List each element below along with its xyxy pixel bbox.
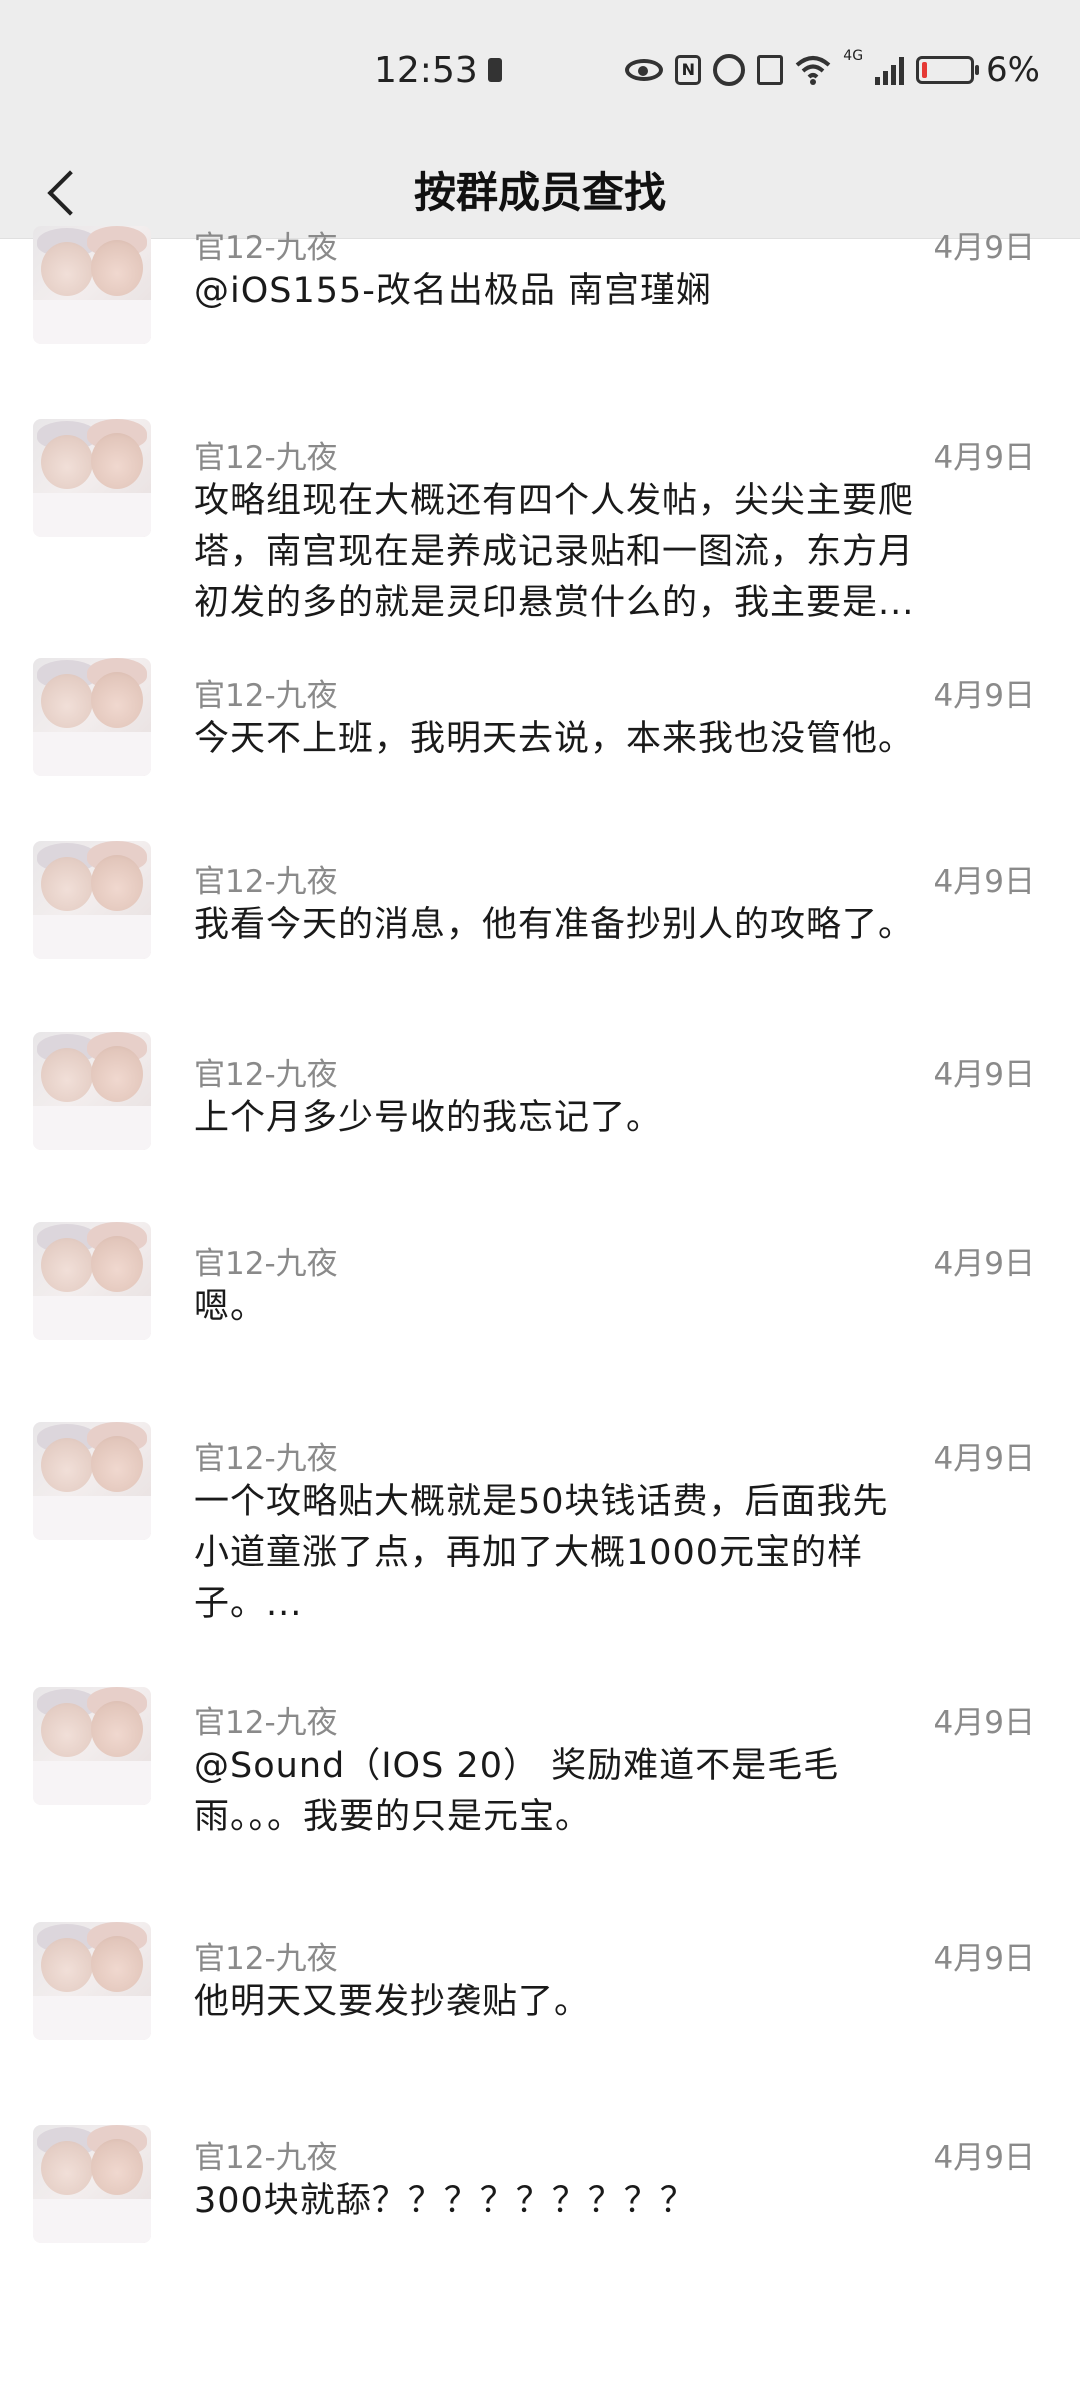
message-line: 攻略组现在大概还有四个人发帖，尖尖主要爬 xyxy=(194,481,915,521)
back-button[interactable] xyxy=(34,148,94,238)
avatar[interactable] xyxy=(33,2125,151,2243)
message-line: 初发的多的就是灵印悬赏什么的，我主要是... xyxy=(194,583,915,623)
message-line: 子。... xyxy=(194,1584,303,1624)
status-bar: 12:53 N 4G 6% xyxy=(0,0,1080,148)
message-line: 塔，南宫现在是养成记录贴和一图流，东方月 xyxy=(194,532,915,572)
message-line: 嗯。 xyxy=(194,1287,267,1327)
avatar[interactable] xyxy=(33,1922,151,2040)
message-date: 4月9日 xyxy=(933,1441,1035,1477)
message-content: 嗯。 xyxy=(194,1282,1040,1333)
message-date: 4月9日 xyxy=(933,440,1035,476)
eye-icon xyxy=(625,59,664,81)
avatar[interactable] xyxy=(33,1222,151,1340)
message-date: 4月9日 xyxy=(933,678,1035,714)
message-line: 300块就舔？？？？？？？？？ xyxy=(194,2181,696,2221)
header: 按群成员查找 xyxy=(0,148,1080,239)
sender-name: 官12-九夜 xyxy=(194,864,338,900)
message-content: 我看今天的消息，他有准备抄别人的攻略了。 xyxy=(194,900,1040,951)
avatar[interactable] xyxy=(33,226,151,344)
battery-percent: 6% xyxy=(986,50,1040,90)
message-line: 我看今天的消息，他有准备抄别人的攻略了。 xyxy=(194,905,915,945)
wifi-icon xyxy=(795,55,831,85)
message-content: 上个月多少号收的我忘记了。 xyxy=(194,1093,1040,1144)
message-line: 今天不上班，我明天去说，本来我也没管他。 xyxy=(194,719,915,759)
sender-name: 官12-九夜 xyxy=(194,2140,338,2176)
avatar[interactable] xyxy=(33,658,151,776)
battery-saver-icon xyxy=(488,58,502,82)
message-line: 他明天又要发抄袭贴了。 xyxy=(194,1982,591,2022)
message-date: 4月9日 xyxy=(933,2140,1035,2176)
sender-name: 官12-九夜 xyxy=(194,1057,338,1093)
avatar[interactable] xyxy=(33,1422,151,1540)
avatar[interactable] xyxy=(33,419,151,537)
message-date: 4月9日 xyxy=(933,1705,1035,1741)
alarm-icon xyxy=(713,54,746,86)
message-content: 他明天又要发抄袭贴了。 xyxy=(194,1977,1040,2028)
sender-name: 官12-九夜 xyxy=(194,1705,338,1741)
message-content: @iOS155-改名出极品 南宫瑾娴 xyxy=(194,266,1040,317)
vibrate-icon xyxy=(757,55,784,85)
sender-name: 官12-九夜 xyxy=(194,678,338,714)
message-line: @Sound（IOS 20） 奖励难道不是毛毛 xyxy=(194,1746,840,1786)
nfc-icon: N xyxy=(675,55,702,85)
avatar[interactable] xyxy=(33,1687,151,1805)
message-date: 4月9日 xyxy=(933,1941,1035,1977)
network-type-label: 4G xyxy=(843,48,864,64)
message-line: 一个攻略贴大概就是50块钱话费，后面我先 xyxy=(194,1482,889,1522)
message-date: 4月9日 xyxy=(933,230,1035,266)
message-line: 小道童涨了点，再加了大概1000元宝的样 xyxy=(194,1533,864,1573)
message-date: 4月9日 xyxy=(933,1057,1035,1093)
message-date: 4月9日 xyxy=(933,1246,1035,1282)
message-date: 4月9日 xyxy=(933,864,1035,900)
avatar[interactable] xyxy=(33,841,151,959)
message-line: 雨。。。我要的只是元宝。 xyxy=(194,1797,592,1837)
page-title: 按群成员查找 xyxy=(413,168,666,217)
message-line: 上个月多少号收的我忘记了。 xyxy=(194,1098,663,1138)
sender-name: 官12-九夜 xyxy=(194,1941,338,1977)
avatar[interactable] xyxy=(33,1032,151,1150)
message-content: @Sound（IOS 20） 奖励难道不是毛毛 雨。。。我要的只是元宝。 xyxy=(194,1741,1040,1843)
sender-name: 官12-九夜 xyxy=(194,1441,338,1477)
message-line: @iOS155-改名出极品 南宫瑾娴 xyxy=(194,271,713,311)
sender-name: 官12-九夜 xyxy=(194,440,338,476)
sender-name: 官12-九夜 xyxy=(194,230,338,266)
status-icons: N 4G 6% xyxy=(625,48,1040,92)
message-content: 攻略组现在大概还有四个人发帖，尖尖主要爬 塔，南宫现在是养成记录贴和一图流，东方月… xyxy=(194,476,1040,629)
message-content: 一个攻略贴大概就是50块钱话费，后面我先 小道童涨了点，再加了大概1000元宝的样… xyxy=(194,1477,1040,1630)
sender-name: 官12-九夜 xyxy=(194,1246,338,1282)
chevron-left-icon xyxy=(47,170,93,216)
signal-icon xyxy=(875,55,905,85)
battery-icon xyxy=(916,56,980,84)
message-content: 今天不上班，我明天去说，本来我也没管他。 xyxy=(194,714,1040,765)
status-time: 12:53 xyxy=(374,50,478,91)
message-content: 300块就舔？？？？？？？？？ xyxy=(194,2176,1040,2227)
